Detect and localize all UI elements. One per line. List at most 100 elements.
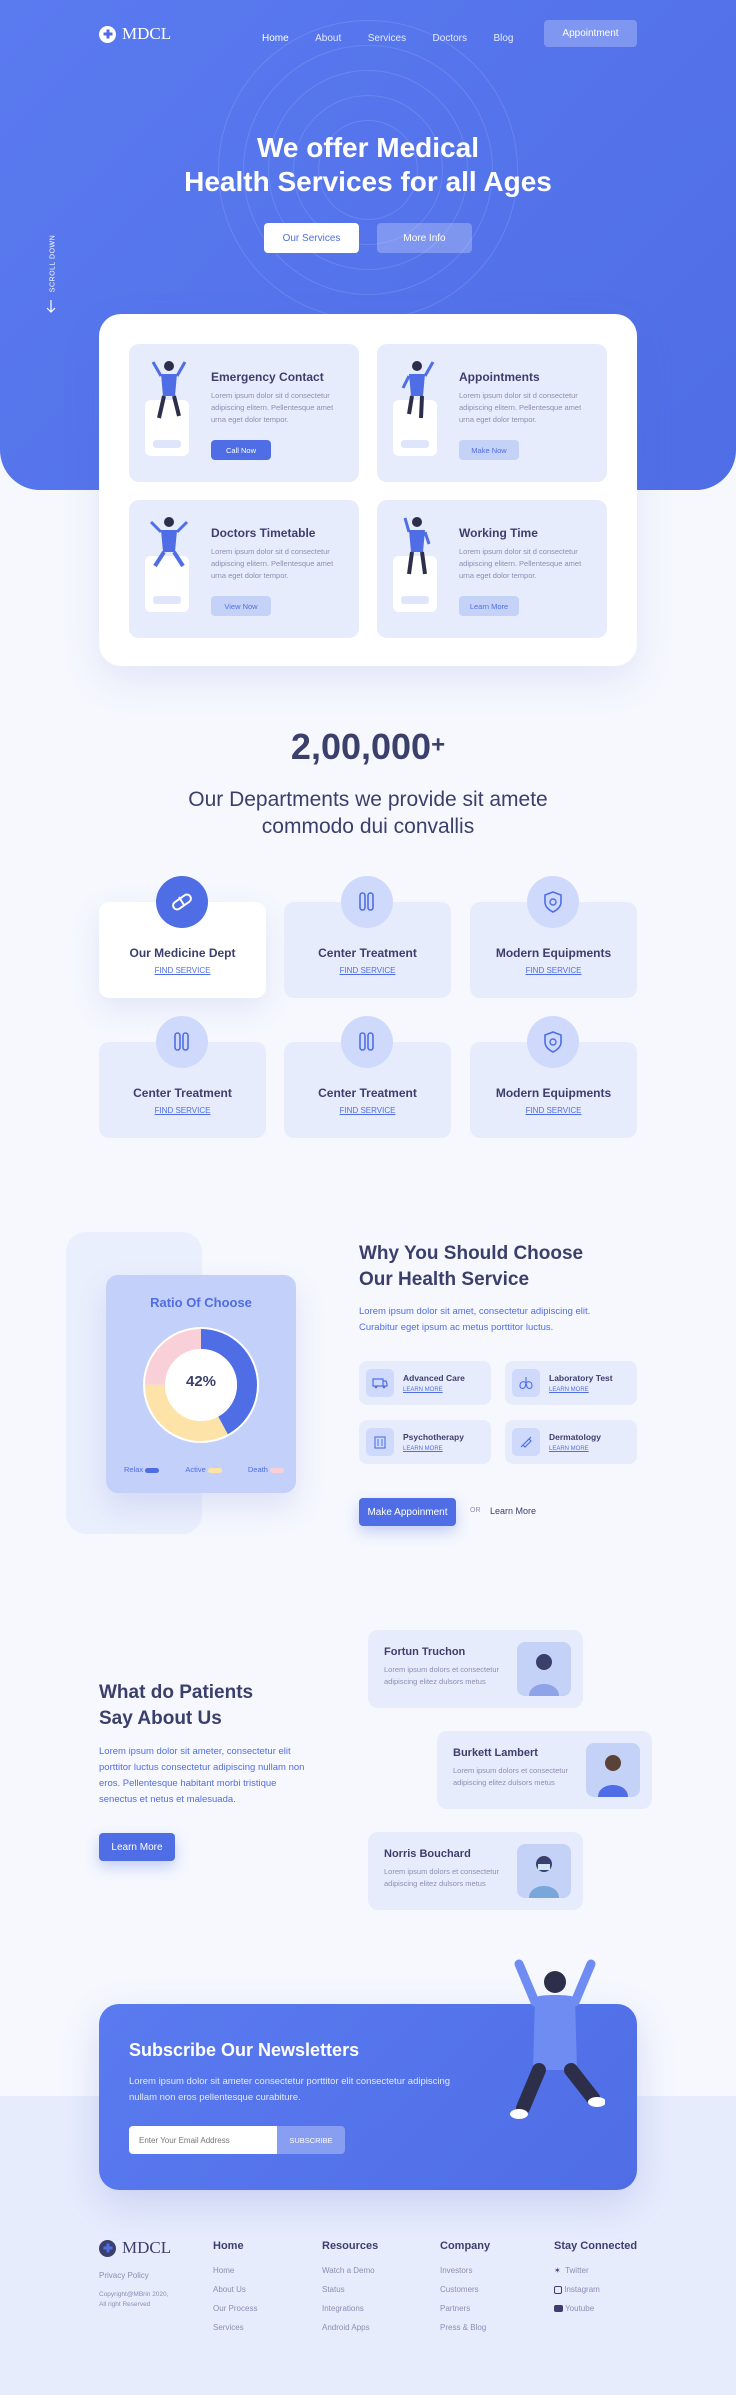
- copyright: Copyright@MBrin 2020, All right Reserved: [99, 2291, 169, 2308]
- lungs-icon: [512, 1369, 540, 1397]
- services-panel: Emergency Contact Lorem ipsum dolor sit …: [99, 314, 637, 666]
- privacy-policy-link[interactable]: Privacy Policy: [99, 2271, 149, 2280]
- dept-card[interactable]: Our Medicine Dept FIND SERVICE: [99, 876, 266, 998]
- service-title: Emergency Contact: [211, 370, 324, 384]
- footer-link[interactable]: Integrations: [322, 2304, 378, 2313]
- ratio-card: Ratio Of Choose 42% Relax Active Death: [106, 1275, 296, 1493]
- scroll-down[interactable]: SCROLL DOWN: [38, 235, 68, 318]
- twitter-icon: ✶: [554, 2266, 561, 2275]
- jumping-person-illustration: [510, 1959, 605, 2119]
- legend-death: Death: [248, 1465, 284, 1474]
- dept-card[interactable]: Modern Equipments FIND SERVICE: [470, 876, 637, 998]
- footer-logo[interactable]: MDCL: [99, 2238, 171, 2258]
- youtube-icon: [554, 2305, 563, 2313]
- nav-doctors[interactable]: Doctors: [433, 33, 467, 44]
- instagram-link[interactable]: Instagram: [554, 2285, 637, 2294]
- service-card-appointments: Appointments Lorem ipsum dolor sit d con…: [377, 344, 607, 482]
- learn-more-button[interactable]: Learn More: [459, 596, 519, 616]
- footer-link[interactable]: Watch a Demo: [322, 2266, 378, 2275]
- nav-blog[interactable]: Blog: [493, 33, 513, 44]
- service-text: Lorem ipsum dolor sit d consectetur adip…: [459, 391, 582, 424]
- brand-name: MDCL: [122, 24, 172, 43]
- footer-link[interactable]: Our Process: [213, 2304, 257, 2313]
- footer-link[interactable]: Press & Blog: [440, 2323, 490, 2332]
- find-service-link[interactable]: FIND SERVICE: [99, 1106, 266, 1115]
- footer-link[interactable]: Home: [213, 2266, 257, 2275]
- service-text: Lorem ipsum dolor sit d consectetur adip…: [459, 547, 582, 580]
- footer-link[interactable]: Android Apps: [322, 2323, 378, 2332]
- dept-card[interactable]: Center Treatment FIND SERVICE: [99, 1016, 266, 1138]
- footer-link[interactable]: Status: [322, 2285, 378, 2294]
- learn-more-link[interactable]: LEARN MORE: [403, 1387, 443, 1393]
- test-tube-icon: [156, 1016, 208, 1068]
- test-tube-icon: [341, 1016, 393, 1068]
- call-now-button[interactable]: Call Now: [211, 440, 271, 460]
- learn-more-link[interactable]: Learn More: [490, 1506, 536, 1516]
- feature-card[interactable]: Psychotherapy LEARN MORE: [359, 1420, 491, 1464]
- learn-more-link[interactable]: LEARN MORE: [403, 1446, 443, 1452]
- find-service-link[interactable]: FIND SERVICE: [284, 1106, 451, 1115]
- our-services-button[interactable]: Our Services: [264, 223, 359, 253]
- footer-link[interactable]: Partners: [440, 2304, 490, 2313]
- footer-col-social: Stay Connected ✶ Twitter Instagram Youtu…: [554, 2240, 638, 2313]
- service-text: Lorem ipsum dolor sit d consectetur adip…: [211, 547, 334, 580]
- newsletter-title: Subscribe Our Newsletters: [129, 2040, 360, 2060]
- find-service-link[interactable]: FIND SERVICE: [470, 966, 637, 975]
- nav-about[interactable]: About: [315, 33, 341, 44]
- learn-more-link[interactable]: LEARN MORE: [549, 1446, 589, 1452]
- footer-col-home: Home Home About Us Our Process Services: [213, 2240, 258, 2332]
- nav-home[interactable]: Home: [262, 33, 289, 44]
- dept-card[interactable]: Center Treatment FIND SERVICE: [284, 1016, 451, 1138]
- testimonial-card: Norris Bouchard Lorem ipsum dolors et co…: [368, 1832, 583, 1910]
- make-appointment-button[interactable]: Make Appoinment: [359, 1498, 456, 1526]
- find-service-link[interactable]: FIND SERVICE: [470, 1106, 637, 1115]
- make-now-button[interactable]: Make Now: [459, 440, 519, 460]
- avatar: [517, 1844, 571, 1898]
- departments-heading: Our Departments we provide sit amete com…: [188, 788, 548, 838]
- footer-col-company: Company Investors Customers Partners Pre…: [440, 2240, 491, 2332]
- feature-card[interactable]: Dermatology LEARN MORE: [505, 1420, 637, 1464]
- main-nav: Home About Services Doctors Blog: [262, 28, 535, 46]
- testimonial-card: Fortun Truchon Lorem ipsum dolors et con…: [368, 1630, 583, 1708]
- feature-card[interactable]: Laboratory Test LEARN MORE: [505, 1361, 637, 1405]
- ratio-legend: Relax Active Death: [124, 1465, 284, 1474]
- person-illustration: [401, 361, 435, 419]
- arrow-down-icon: [46, 300, 56, 313]
- avatar: [586, 1743, 640, 1797]
- brand-logo[interactable]: MDCL: [99, 24, 171, 44]
- more-info-button[interactable]: More Info: [377, 223, 472, 253]
- dept-card[interactable]: Center Treatment FIND SERVICE: [284, 876, 451, 998]
- service-card-working-time: Working Time Lorem ipsum dolor sit d con…: [377, 500, 607, 638]
- syringe-icon: [512, 1428, 540, 1456]
- hero-title: We offer Medical Health Services for all…: [184, 132, 552, 197]
- appointment-button[interactable]: Appointment: [544, 20, 637, 47]
- youtube-link[interactable]: Youtube: [554, 2304, 637, 2313]
- subscribe-button[interactable]: SUBSCRIBE: [277, 2126, 345, 2154]
- legend-active: Active: [185, 1465, 222, 1474]
- footer-link[interactable]: Customers: [440, 2285, 490, 2294]
- footer-link[interactable]: Investors: [440, 2266, 490, 2275]
- patients-title: What do Patients Say About Us: [99, 1682, 254, 1729]
- ratio-center-label: 42%: [185, 1373, 217, 1390]
- shield-icon: [527, 1016, 579, 1068]
- legend-relax: Relax: [124, 1465, 160, 1474]
- view-now-button[interactable]: View Now: [211, 596, 271, 616]
- feature-card[interactable]: Advanced Care LEARN MORE: [359, 1361, 491, 1405]
- dept-card[interactable]: Modern Equipments FIND SERVICE: [470, 1016, 637, 1138]
- medical-cross-icon: [99, 2239, 116, 2257]
- find-service-link[interactable]: FIND SERVICE: [284, 966, 451, 975]
- learn-more-link[interactable]: LEARN MORE: [549, 1387, 589, 1393]
- footer-link[interactable]: Services: [213, 2323, 257, 2332]
- find-service-link[interactable]: FIND SERVICE: [99, 966, 266, 975]
- or-label: OR: [470, 1507, 481, 1514]
- test-tube-icon: [341, 876, 393, 928]
- patients-learn-more-button[interactable]: Learn More: [99, 1833, 175, 1861]
- why-text: Lorem ipsum dolor sit amet, consectetur …: [359, 1306, 591, 1333]
- nav-services[interactable]: Services: [368, 33, 406, 44]
- twitter-link[interactable]: ✶ Twitter: [554, 2266, 637, 2275]
- email-input[interactable]: [129, 2126, 277, 2154]
- footer-link[interactable]: About Us: [213, 2285, 257, 2294]
- patients-text: Lorem ipsum dolor sit ameter, consectetu…: [99, 1746, 305, 1805]
- footer-brand-name: MDCL: [122, 2238, 172, 2257]
- building-icon: [366, 1428, 394, 1456]
